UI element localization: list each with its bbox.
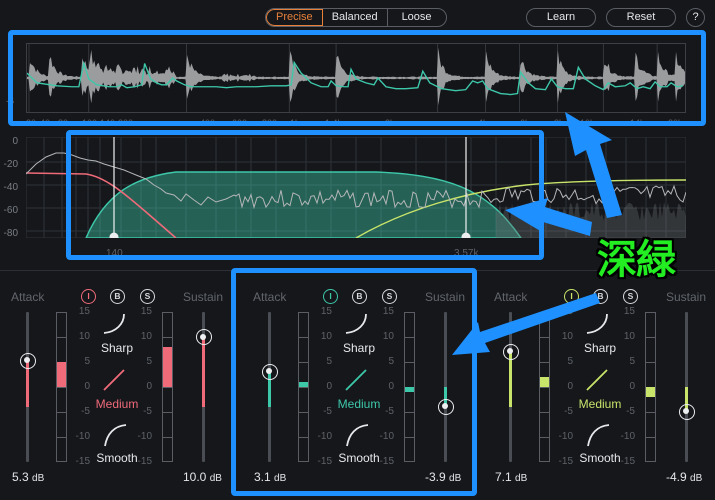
annotation-label: 深緑 [597,237,676,283]
arrow-to-waveform [565,112,622,218]
arrow-to-spectrum [505,198,592,236]
arrow-to-band2 [452,293,600,355]
